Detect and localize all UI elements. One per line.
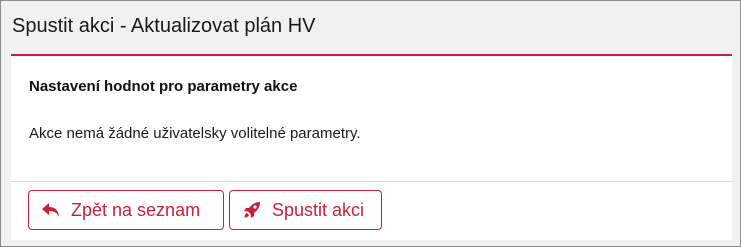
action-dialog: Spustit akci - Aktualizovat plán HV Nast… bbox=[0, 0, 741, 247]
dialog-bottom-band bbox=[1, 240, 740, 246]
rocket-icon bbox=[242, 200, 262, 220]
run-action-button[interactable]: Spustit akci bbox=[229, 190, 382, 230]
back-to-list-button[interactable]: Zpět na seznam bbox=[28, 190, 224, 230]
dialog-footer: Zpět na seznam Spustit akci bbox=[11, 182, 732, 240]
parameters-message: Akce nemá žádné uživatelsky volitelné pa… bbox=[29, 125, 361, 142]
back-to-list-label: Zpět na seznam bbox=[71, 199, 201, 220]
run-action-label: Spustit akci bbox=[272, 199, 365, 220]
parameters-heading: Nastavení hodnot pro parametry akce bbox=[29, 78, 298, 95]
dialog-header: Spustit akci - Aktualizovat plán HV bbox=[1, 1, 740, 54]
reply-arrow-icon bbox=[41, 200, 61, 220]
dialog-title: Spustit akci - Aktualizovat plán HV bbox=[12, 15, 316, 37]
dialog-body: Nastavení hodnot pro parametry akce Akce… bbox=[11, 56, 732, 182]
